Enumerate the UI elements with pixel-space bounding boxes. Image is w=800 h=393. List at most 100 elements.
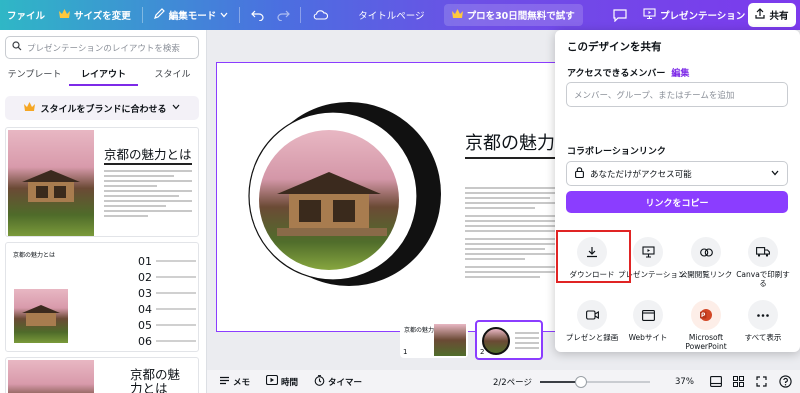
powerpoint-option[interactable]: Microsoft PowerPoint [676, 300, 736, 351]
layout-thumbnail[interactable]: 京都の魅 力とは [5, 357, 199, 393]
thumb-title-line: 力とは [130, 381, 168, 393]
layout-thumbnail[interactable]: 京都の魅力とは [5, 127, 199, 237]
page-view-icon[interactable] [710, 376, 722, 390]
list-number: 04 [138, 302, 152, 316]
website-icon [633, 300, 663, 330]
thumb-title: 京都の魅力とは [13, 252, 56, 259]
document-title[interactable]: タイトルページ [351, 0, 431, 30]
fullscreen-icon[interactable] [756, 376, 767, 390]
edit-mode-dropdown[interactable]: 編集モード [147, 0, 236, 30]
body-text-lines [465, 187, 565, 281]
truck-icon [748, 237, 778, 267]
chevron-down-icon [172, 103, 180, 113]
access-label: アクセスできるメンバー [567, 69, 666, 79]
page-strip: 京都の魅力 1 2 [397, 320, 552, 362]
present-button[interactable]: プレゼンテーション [636, 0, 752, 30]
link-icon [691, 237, 721, 267]
page-indicator: 2/2ページ [493, 376, 532, 388]
print-option[interactable]: Canvaで印刷する [733, 237, 793, 288]
public-link-label: 公開閲覧リンク [679, 270, 733, 279]
public-link-option[interactable]: 公開閲覧リンク [676, 237, 736, 279]
share-button[interactable]: 共有 [748, 3, 796, 27]
play-icon [265, 374, 279, 388]
add-members-input[interactable]: メンバー、グループ、またはチームを追加 [566, 82, 788, 107]
zoom-level[interactable]: 37% [675, 377, 694, 387]
crown-icon [59, 9, 71, 21]
more-icon [748, 300, 778, 330]
tab-layouts[interactable]: レイアウト [69, 64, 138, 86]
title-rule [104, 163, 192, 165]
tab-styles[interactable]: スタイル [138, 64, 206, 86]
page-indicator-text: 2/2ページ [493, 377, 533, 388]
resize-label: サイズを変更 [74, 11, 131, 22]
chevron-down-icon [771, 169, 779, 179]
body-text-lines [515, 332, 539, 352]
list-number: 02 [138, 270, 152, 284]
page-thumb-title: 京都の魅力 [404, 327, 435, 334]
website-label: Webサイト [628, 333, 668, 342]
edit-mode-label: 編集モード [168, 11, 217, 22]
circular-frame-graphic [248, 102, 441, 286]
timer-label: タイマー [328, 377, 363, 388]
resize-button[interactable]: サイズを変更 [52, 0, 138, 30]
page-thumbnail-2[interactable]: 2 [475, 320, 543, 360]
help-icon[interactable] [779, 375, 792, 391]
file-label: ファイル [7, 11, 46, 22]
list-number: 06 [138, 334, 152, 348]
thumb-title-line: 京都の魅 [130, 367, 181, 382]
share-panel-title: このデザインを共有 [567, 41, 662, 53]
grid-view-icon[interactable] [733, 376, 744, 390]
timer-button[interactable]: タイマー [314, 374, 363, 389]
present-label: プレゼンテーション [660, 11, 746, 22]
match-brand-style-button[interactable]: スタイルをブランドに合わせる [5, 96, 199, 120]
video-camera-icon [577, 300, 607, 330]
add-members-placeholder: メンバー、グループ、またはチームを追加 [574, 90, 735, 101]
divider [239, 7, 241, 23]
slide-canvas[interactable]: 京都の魅力とは [216, 62, 566, 332]
zoom-level-text: 37% [675, 376, 694, 387]
slide-title[interactable]: 京都の魅力とは [465, 129, 565, 155]
page-number: 1 [403, 348, 408, 356]
file-menu[interactable]: ファイル [0, 0, 52, 30]
comment-icon[interactable] [611, 6, 629, 24]
edit-access-link[interactable]: 編集 [671, 69, 689, 79]
crown-icon [451, 9, 463, 21]
powerpoint-icon [691, 300, 721, 330]
record-option[interactable]: プレゼンと録画 [562, 300, 622, 342]
layout-thumbnail[interactable]: 京都の魅力とは 01 02 03 04 05 06 [5, 242, 199, 352]
notes-button[interactable]: メモ [219, 376, 250, 388]
top-toolbar: ファイル サイズを変更 編集モード タイトルページ プロを30日間無料で試す プ… [0, 0, 800, 30]
tab-templates[interactable]: テンプレート [0, 64, 69, 86]
divider [141, 7, 143, 23]
kyoto-temple-image [8, 130, 94, 236]
thumb-title: 京都の魅力とは [104, 147, 192, 162]
show-all-label: すべて表示 [744, 333, 782, 342]
website-option[interactable]: Webサイト [618, 300, 678, 342]
sidebar-tabs: テンプレート レイアウト スタイル [0, 64, 206, 86]
body-text-lines [104, 170, 192, 220]
show-all-option[interactable]: すべて表示 [733, 300, 793, 342]
link-access-select[interactable]: あなただけがアクセス可能 [566, 161, 788, 186]
copy-link-label: リンクをコピー [645, 198, 709, 209]
undo-icon[interactable] [248, 6, 266, 24]
notes-label: メモ [233, 377, 251, 388]
record-label: プレゼンと録画 [565, 333, 619, 342]
duration-label: 時間 [281, 377, 299, 388]
duration-button[interactable]: 時間 [265, 374, 299, 388]
link-access-value: あなただけがアクセス可能 [590, 169, 692, 180]
pencil-icon [153, 8, 165, 22]
print-label: Canvaで印刷する [736, 270, 790, 288]
lock-icon [575, 166, 584, 181]
pro-trial-button[interactable]: プロを30日間無料で試す [443, 4, 583, 26]
thumb-title: 京都の魅 力とは [130, 368, 180, 393]
zoom-slider-thumb[interactable] [575, 376, 587, 388]
zoom-slider[interactable] [540, 376, 650, 388]
copy-link-button[interactable]: リンクをコピー [566, 191, 788, 213]
match-brand-label: スタイルをブランドに合わせる [40, 104, 167, 115]
layout-search-input[interactable]: プレゼンテーションのレイアウトを検索 [5, 36, 199, 59]
page-thumbnail-1[interactable]: 京都の魅力 1 [400, 322, 468, 358]
list-number: 01 [138, 254, 152, 268]
redo-icon[interactable] [274, 6, 292, 24]
powerpoint-label: Microsoft PowerPoint [685, 333, 727, 351]
cloud-save-icon[interactable] [311, 6, 329, 24]
